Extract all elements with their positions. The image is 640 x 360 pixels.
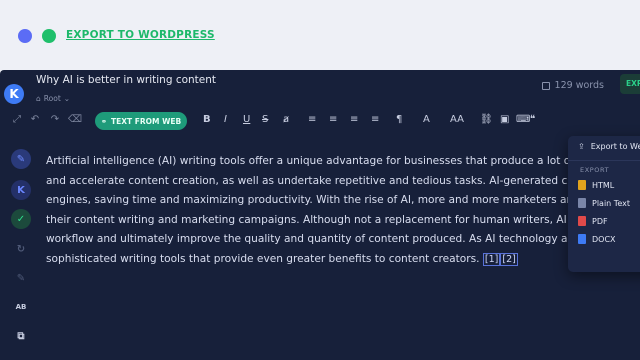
align-center-icon[interactable]: ≡: [329, 114, 337, 125]
spellcheck-icon[interactable]: AB: [11, 297, 31, 317]
export-to-wordpress-link[interactable]: EXPORT TO WORDPRESS: [66, 29, 215, 41]
toolbar: ⤢ ↶ ↷ ⌫ ⚭ TEXT FROM WEB B I U S ⱥ ≡ ≡ ≡ …: [0, 110, 640, 138]
green-dot-icon: [42, 29, 56, 43]
citation-link[interactable]: [1]: [482, 252, 501, 266]
align-right-icon[interactable]: ≡: [350, 114, 358, 125]
text-from-web-button[interactable]: ⚭ TEXT FROM WEB: [95, 112, 187, 130]
clear-format-icon[interactable]: ⌫: [64, 114, 86, 125]
content-line: workflow and ultimately improve the qual…: [46, 233, 640, 246]
edit-pen-icon[interactable]: ✎: [11, 149, 31, 169]
chevron-down-icon: ⌄: [63, 94, 71, 103]
editor-window: 129 words EXPORT K Why AI is better in w…: [0, 70, 640, 360]
export-to-web-label: Export to Web: [590, 142, 640, 151]
underline-icon[interactable]: U: [243, 114, 250, 125]
image-icon[interactable]: ▣: [500, 114, 509, 125]
text-from-web-label: TEXT FROM WEB: [111, 116, 182, 126]
editor-content[interactable]: Artificial intelligence (AI) writing too…: [46, 152, 640, 270]
export-dropdown: ⇪ Export to Web EXPORT HTML Plain Text P…: [568, 136, 640, 272]
clear-style-icon[interactable]: ⱥ: [283, 114, 289, 125]
menu-item-label: HTML: [592, 180, 615, 190]
link-icon: ⚭: [100, 116, 108, 126]
app-logo[interactable]: K: [4, 84, 24, 104]
content-line: sophisticated writing tools that provide…: [46, 252, 480, 265]
menu-item-docx[interactable]: DOCX: [578, 234, 616, 244]
content-line: their content writing and marketing camp…: [46, 213, 640, 226]
upload-icon: ⇪: [578, 142, 585, 151]
content-line: engines, saving time and maximizing prod…: [46, 194, 640, 207]
text-file-icon: [578, 198, 586, 208]
align-left-icon[interactable]: ≡: [308, 114, 316, 125]
quote-icon[interactable]: ❝: [530, 114, 535, 125]
docx-file-icon: [578, 234, 586, 244]
code-icon[interactable]: ⌨: [516, 114, 530, 125]
pencil-icon[interactable]: ✎: [11, 268, 31, 288]
menu-item-html[interactable]: HTML: [578, 180, 614, 190]
italic-icon[interactable]: I: [224, 114, 227, 125]
font-icon[interactable]: A: [423, 114, 430, 125]
breadcrumb[interactable]: ⌂ Root ⌄: [36, 94, 70, 103]
menu-item-plain-text[interactable]: Plain Text: [578, 198, 630, 208]
menu-item-label: PDF: [592, 216, 608, 226]
align-justify-icon[interactable]: ≡: [371, 114, 379, 125]
left-sidebar: ✎ K ✓ ↻ ✎ AB ⧉: [0, 149, 40, 360]
content-line: and accelerate content creation, as well…: [46, 174, 640, 187]
plagiarism-icon[interactable]: ⧉: [11, 326, 31, 346]
menu-item-label: Plain Text: [592, 198, 630, 208]
paragraph-icon[interactable]: ¶: [396, 114, 402, 125]
undo-icon[interactable]: ↶: [24, 114, 46, 125]
html-file-icon: [578, 180, 586, 190]
export-to-web-item[interactable]: ⇪ Export to Web: [578, 142, 640, 151]
menu-item-label: DOCX: [592, 234, 616, 244]
menu-section-label: EXPORT: [580, 166, 610, 174]
k-assistant-icon[interactable]: K: [11, 180, 31, 200]
citation-link[interactable]: [2]: [500, 252, 518, 266]
content-line-last: sophisticated writing tools that provide…: [46, 250, 606, 270]
bold-icon[interactable]: B: [203, 114, 211, 125]
breadcrumb-root: Root: [43, 94, 61, 103]
header: K Why AI is better in writing content ⌂ …: [0, 70, 640, 110]
menu-item-pdf[interactable]: PDF: [578, 216, 608, 226]
home-icon: ⌂: [36, 94, 41, 103]
refresh-icon[interactable]: ↻: [11, 239, 31, 259]
pdf-file-icon: [578, 216, 586, 226]
menu-divider: [568, 160, 640, 161]
promo-strip: EXPORT TO WORDPRESS: [0, 0, 640, 72]
link-insert-icon[interactable]: ⛓: [480, 114, 493, 125]
check-icon[interactable]: ✓: [11, 209, 31, 229]
redo-icon[interactable]: ↷: [44, 114, 66, 125]
blue-dot-icon: [18, 29, 32, 43]
strikethrough-icon[interactable]: S: [262, 114, 268, 125]
document-title[interactable]: Why AI is better in writing content: [36, 74, 216, 86]
content-line: Artificial intelligence (AI) writing too…: [46, 155, 640, 167]
font-size-icon[interactable]: AA: [450, 114, 464, 125]
